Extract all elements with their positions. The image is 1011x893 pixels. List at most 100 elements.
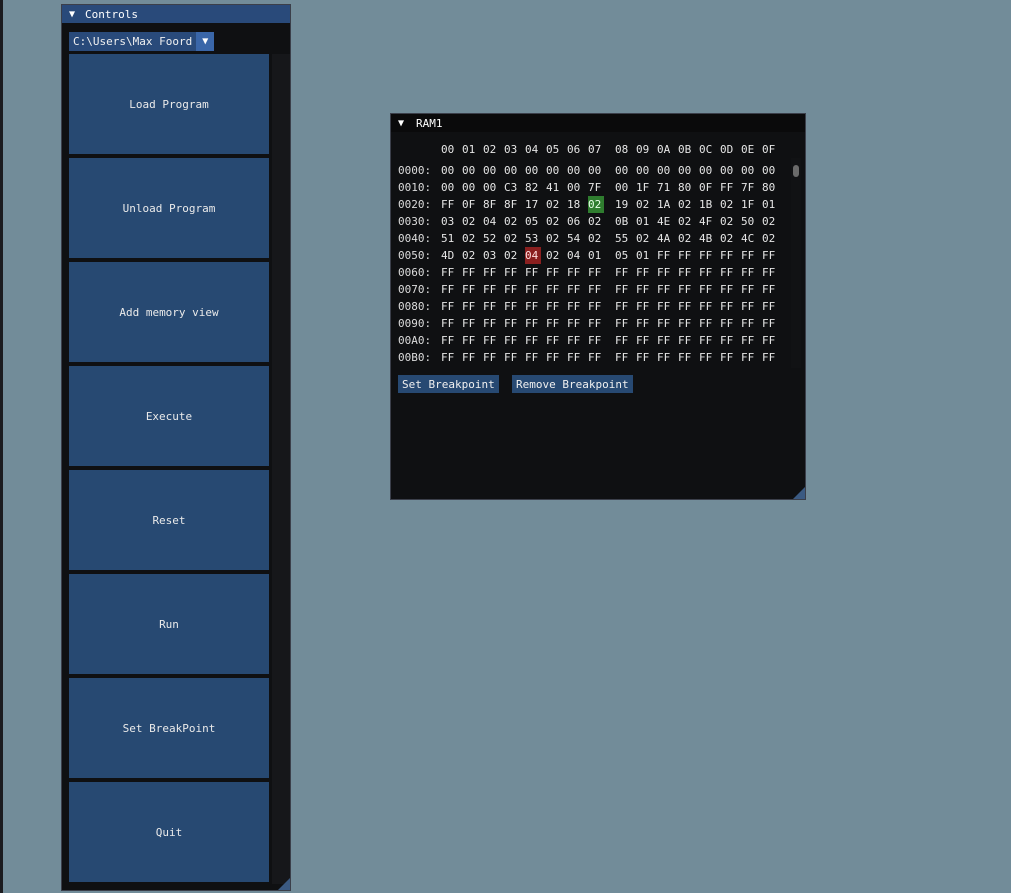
hex-byte[interactable]: FF <box>615 366 631 369</box>
hex-byte[interactable]: 00 <box>615 179 631 196</box>
hex-byte[interactable]: FF <box>588 298 604 315</box>
hex-byte[interactable]: 71 <box>657 179 673 196</box>
hex-byte[interactable]: FF <box>546 298 562 315</box>
hex-byte[interactable]: FF <box>546 281 562 298</box>
hex-byte[interactable]: 02 <box>678 196 694 213</box>
hex-byte[interactable]: FF <box>588 332 604 349</box>
hex-view[interactable]: 00 01 02 03 04 05 06 07 08 09 0A 0B 0C 0D 0E 0F 0000: 00 0… <box>398 141 798 369</box>
hex-byte[interactable]: FF <box>567 281 583 298</box>
hex-byte[interactable]: FF <box>615 332 631 349</box>
hex-byte[interactable]: 00 <box>567 179 583 196</box>
hex-byte[interactable]: 01 <box>636 213 652 230</box>
hex-byte[interactable]: FF <box>636 349 652 366</box>
hex-byte[interactable]: FF <box>483 298 499 315</box>
hex-byte[interactable]: 4A <box>657 230 673 247</box>
hex-byte[interactable]: 00 <box>441 162 457 179</box>
hex-byte[interactable]: FF <box>678 349 694 366</box>
collapse-triangle-icon[interactable]: ▼ <box>69 9 75 20</box>
hex-byte[interactable]: 00 <box>462 162 478 179</box>
hex-byte[interactable]: 19 <box>615 196 631 213</box>
hex-byte[interactable]: FF <box>699 332 715 349</box>
hex-byte[interactable]: 53 <box>525 230 541 247</box>
hex-byte[interactable]: FF <box>483 349 499 366</box>
hex-byte[interactable]: FF <box>615 315 631 332</box>
hex-byte[interactable]: 4C <box>741 230 757 247</box>
hex-byte[interactable]: FF <box>567 264 583 281</box>
hex-byte[interactable]: FF <box>657 315 673 332</box>
hex-byte[interactable]: 0F <box>462 196 478 213</box>
hex-byte[interactable]: 02 <box>504 247 520 264</box>
hex-byte[interactable]: FF <box>441 281 457 298</box>
hex-byte[interactable]: FF <box>762 247 778 264</box>
hex-byte[interactable]: 01 <box>636 247 652 264</box>
hex-byte[interactable]: 7F <box>588 179 604 196</box>
ram-titlebar[interactable]: ▼ RAM1 <box>391 114 805 132</box>
hex-byte[interactable]: FF <box>483 315 499 332</box>
hex-byte[interactable]: 0B <box>615 213 631 230</box>
hex-byte[interactable]: FF <box>762 349 778 366</box>
hex-byte[interactable]: FF <box>720 179 736 196</box>
hex-byte[interactable]: FF <box>741 264 757 281</box>
hex-byte[interactable]: FF <box>657 281 673 298</box>
hex-byte[interactable]: FF <box>720 366 736 369</box>
hex-byte[interactable]: 04 <box>567 247 583 264</box>
hex-byte[interactable]: FF <box>441 264 457 281</box>
hex-byte[interactable]: 0F <box>699 179 715 196</box>
quit-button[interactable]: Quit <box>69 782 269 882</box>
hex-byte[interactable]: FF <box>762 281 778 298</box>
hex-byte[interactable]: FF <box>504 298 520 315</box>
hex-byte[interactable]: 00 <box>657 162 673 179</box>
execute-button[interactable]: Execute <box>69 366 269 466</box>
hex-byte[interactable]: FF <box>762 315 778 332</box>
hex-byte[interactable]: FF <box>567 349 583 366</box>
hex-byte[interactable]: 1F <box>741 196 757 213</box>
hex-byte[interactable]: FF <box>720 315 736 332</box>
hex-byte[interactable]: FF <box>699 366 715 369</box>
hex-byte[interactable]: 00 <box>762 162 778 179</box>
hex-byte[interactable]: 00 <box>678 162 694 179</box>
hex-byte[interactable]: FF <box>546 332 562 349</box>
hex-byte[interactable]: 02 <box>504 213 520 230</box>
hex-byte[interactable]: FF <box>462 349 478 366</box>
hex-byte[interactable]: 00 <box>588 162 604 179</box>
resize-grip-icon[interactable] <box>793 487 805 499</box>
hex-byte[interactable]: FF <box>525 298 541 315</box>
hex-byte-highlight-green[interactable]: 02 <box>588 196 604 213</box>
resize-grip-icon[interactable] <box>278 878 290 890</box>
hex-byte[interactable]: FF <box>567 366 583 369</box>
hex-byte[interactable]: 02 <box>588 230 604 247</box>
hex-byte[interactable]: FF <box>525 315 541 332</box>
hex-byte[interactable]: 8F <box>504 196 520 213</box>
hex-byte[interactable]: FF <box>699 298 715 315</box>
hex-byte[interactable]: FF <box>699 247 715 264</box>
unload-program-button[interactable]: Unload Program <box>69 158 269 258</box>
hex-byte[interactable]: FF <box>441 366 457 369</box>
hex-byte[interactable]: FF <box>762 264 778 281</box>
hex-byte[interactable]: FF <box>504 315 520 332</box>
hex-byte[interactable]: FF <box>678 315 694 332</box>
hex-byte[interactable]: 02 <box>546 247 562 264</box>
path-combo[interactable]: C:\Users\Max Foord ▼ <box>69 32 215 51</box>
hex-byte[interactable]: FF <box>525 264 541 281</box>
reset-button[interactable]: Reset <box>69 470 269 570</box>
hex-byte[interactable]: FF <box>762 366 778 369</box>
hex-byte[interactable]: FF <box>720 281 736 298</box>
hex-byte[interactable]: FF <box>504 366 520 369</box>
hex-byte[interactable]: FF <box>567 315 583 332</box>
hex-byte[interactable]: 00 <box>483 179 499 196</box>
hex-byte[interactable]: 00 <box>504 162 520 179</box>
hex-byte[interactable]: 01 <box>762 196 778 213</box>
hex-byte[interactable]: 02 <box>678 230 694 247</box>
hex-byte[interactable]: 00 <box>441 179 457 196</box>
hex-byte[interactable]: FF <box>720 332 736 349</box>
hex-byte[interactable]: FF <box>615 281 631 298</box>
hex-byte[interactable]: FF <box>441 315 457 332</box>
hex-byte[interactable]: 00 <box>483 162 499 179</box>
hex-byte[interactable]: FF <box>741 281 757 298</box>
hex-byte[interactable]: 00 <box>699 162 715 179</box>
hex-byte[interactable]: 02 <box>762 213 778 230</box>
hex-byte[interactable]: FF <box>699 281 715 298</box>
hex-byte[interactable]: FF <box>636 315 652 332</box>
hex-byte[interactable]: FF <box>741 349 757 366</box>
hex-byte[interactable]: FF <box>678 247 694 264</box>
